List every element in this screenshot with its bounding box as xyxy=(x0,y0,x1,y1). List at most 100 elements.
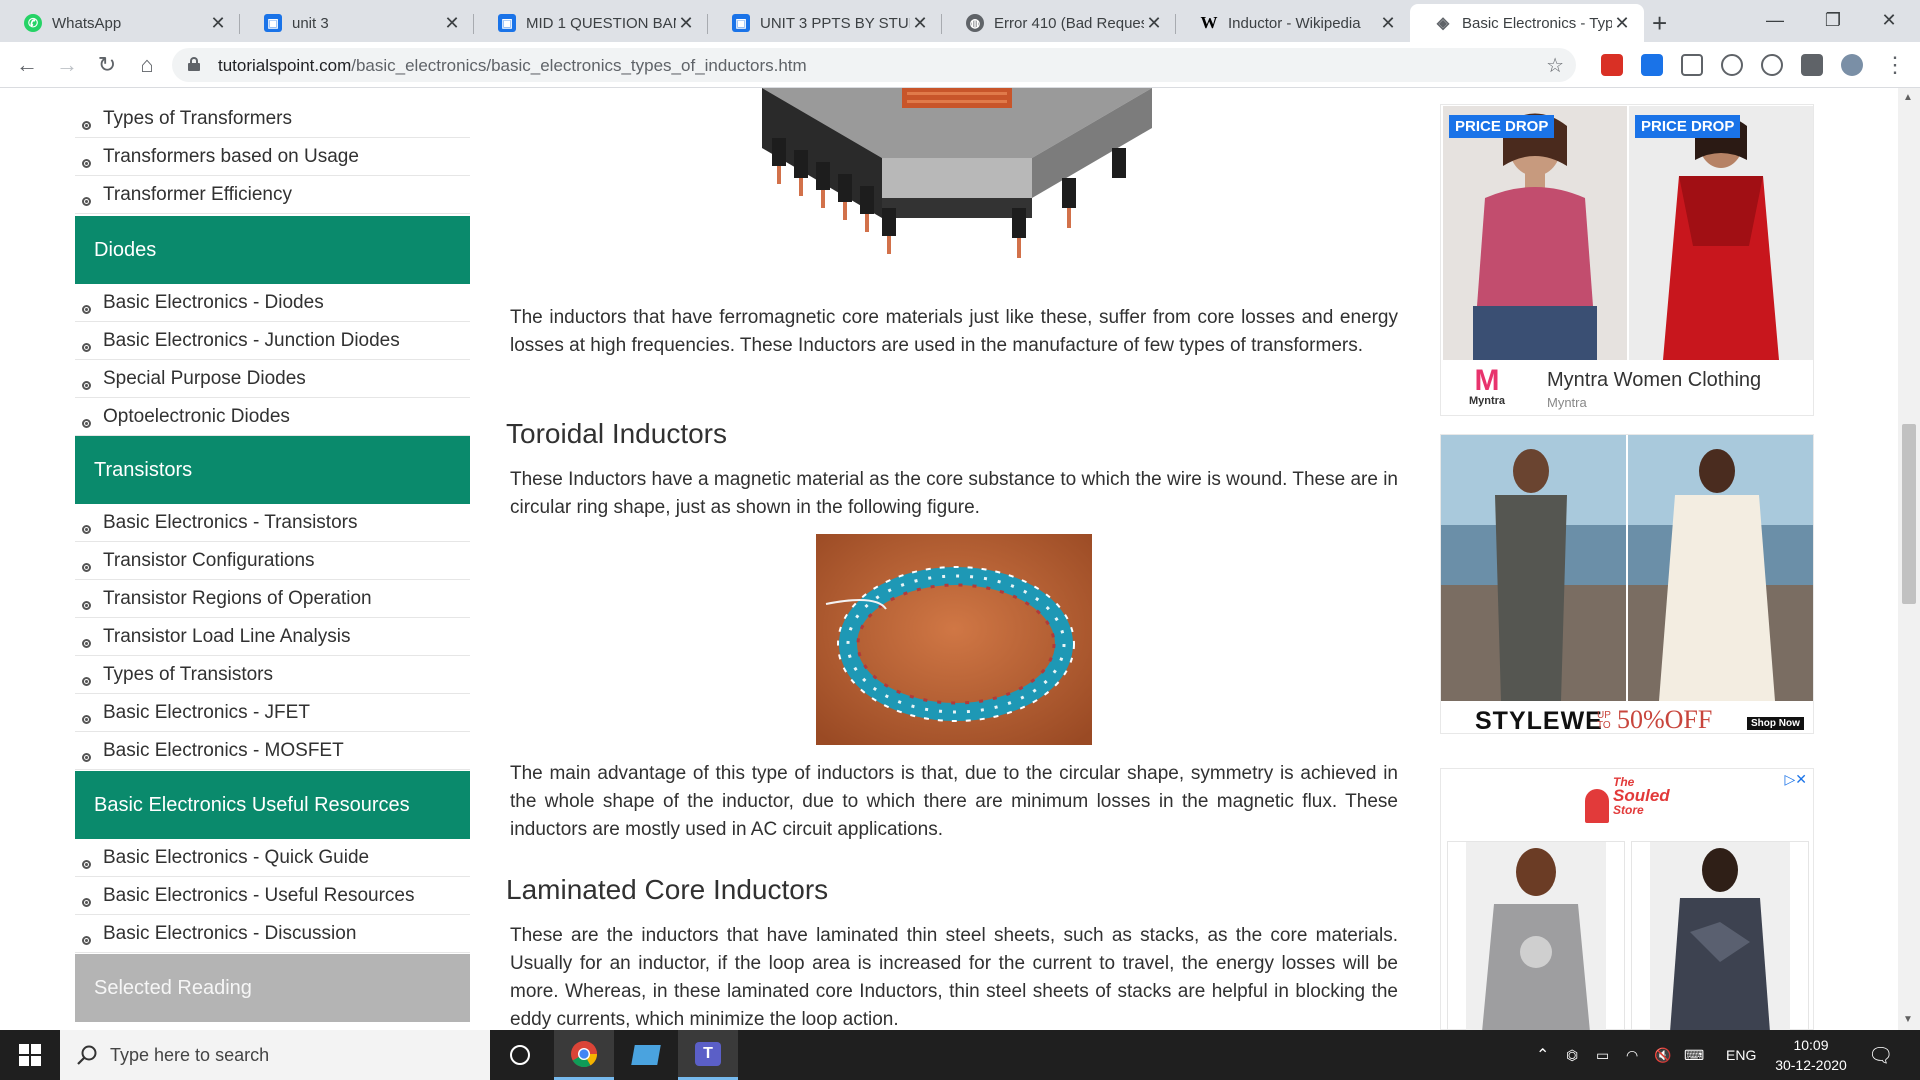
ad-stylewe[interactable]: ⓘ✕ STYLEWE UP TO 50%OFF Shop Now xyxy=(1440,434,1814,735)
sidebar-item-types-of-transistors[interactable]: Types of Transistors xyxy=(75,656,470,694)
sidebar-item-special-purpose-diodes[interactable]: Special Purpose Diodes xyxy=(75,360,470,398)
scroll-down-icon[interactable]: ▼ xyxy=(1903,1014,1913,1025)
close-tab-icon[interactable]: ✕ xyxy=(1612,13,1632,34)
task-view-icon[interactable] xyxy=(490,1030,550,1080)
browser-toolbar: ← → ↻ ⌂ tutorialspoint.com/basic_electro… xyxy=(0,42,1920,88)
tray-keyboard-icon[interactable]: ⌨ xyxy=(1684,1030,1704,1080)
tray-network-icon[interactable]: ◠ xyxy=(1626,1030,1638,1080)
windows-taskbar: Type here to search T ⌃ ⏣ ▭ ◠ 🔇 ⌨ ENG 10… xyxy=(0,1030,1920,1080)
lock-icon[interactable] xyxy=(188,57,200,71)
forward-icon[interactable]: → xyxy=(52,50,82,80)
sidebar-item-junction-diodes[interactable]: Basic Electronics - Junction Diodes xyxy=(75,322,470,360)
close-tab-icon[interactable]: ✕ xyxy=(910,13,930,34)
restore-icon[interactable]: ❐ xyxy=(1810,4,1856,36)
ad-myntra[interactable]: ⓘ✕ PRICE DROP PRICE DROP M Myntra Myntra… xyxy=(1440,104,1814,416)
bookmark-star-icon[interactable]: ☆ xyxy=(1546,53,1564,78)
tab-error-410[interactable]: ◍ Error 410 (Bad Request) ✕ xyxy=(942,4,1176,42)
address-bar[interactable]: tutorialspoint.com/basic_electronics/bas… xyxy=(172,48,1576,82)
bullet-icon xyxy=(82,639,91,648)
bullet-icon xyxy=(82,715,91,724)
paragraph-toroidal: These Inductors have a magnetic material… xyxy=(510,469,1398,518)
sidebar-item-transformer-efficiency[interactable]: Transformer Efficiency xyxy=(75,176,470,214)
page-scrollbar[interactable]: ▲ ▼ xyxy=(1898,88,1920,1030)
close-tab-icon[interactable]: ✕ xyxy=(442,13,462,34)
sidebar-item-discussion[interactable]: Basic Electronics - Discussion xyxy=(75,915,470,953)
eyedropper-extension-icon[interactable] xyxy=(1721,54,1743,76)
tab-strip: ✆ WhatsApp ✕ ▣ unit 3 ✕ ▣ MID 1 QUESTION… xyxy=(0,0,1920,42)
ad-image-beach-dresses xyxy=(1441,435,1813,701)
tray-clock[interactable]: 10:09 30-12-2020 xyxy=(1770,1030,1852,1080)
offer-text: 50%OFF xyxy=(1617,705,1713,734)
ad-title[interactable]: Myntra Women Clothing xyxy=(1547,369,1761,392)
screen-extension-icon[interactable] xyxy=(1641,54,1663,76)
minimize-icon[interactable]: — xyxy=(1752,4,1798,36)
tray-meet-icon[interactable]: ⏣ xyxy=(1566,1030,1578,1080)
sidebar-item-types-of-transformers[interactable]: Types of Transformers xyxy=(75,100,470,138)
taskbar-search-input[interactable]: Type here to search xyxy=(60,1030,490,1080)
back-icon[interactable]: ← xyxy=(12,50,42,80)
ad-image-pink-top xyxy=(1443,106,1627,360)
souled-store-logo: The Souled Store xyxy=(1585,775,1675,831)
scroll-up-icon[interactable]: ▲ xyxy=(1903,92,1913,103)
bullet-icon xyxy=(82,677,91,686)
new-tab-button[interactable]: + xyxy=(1652,8,1667,39)
tray-chevron-icon[interactable]: ⌃ xyxy=(1536,1030,1549,1080)
tab-basic-electronics[interactable]: ◈ Basic Electronics - Types ✕ xyxy=(1410,4,1644,42)
bullet-icon xyxy=(82,305,91,314)
bullet-icon xyxy=(82,898,91,907)
sidebar-item-optoelectronic-diodes[interactable]: Optoelectronic Diodes xyxy=(75,398,470,436)
reload-icon[interactable]: ↻ xyxy=(92,50,122,80)
sidebar-heading-selected-reading: Selected Reading xyxy=(75,954,470,1022)
tray-volume-icon[interactable]: 🔇 xyxy=(1654,1030,1671,1080)
home-icon[interactable]: ⌂ xyxy=(132,50,162,80)
bullet-icon xyxy=(82,563,91,572)
scrollbar-thumb[interactable] xyxy=(1902,424,1916,604)
sidebar-item-transistor-configurations[interactable]: Transistor Configurations xyxy=(75,542,470,580)
profile-avatar[interactable] xyxy=(1841,54,1863,76)
tab-inductor-wikipedia[interactable]: W Inductor - Wikipedia ✕ xyxy=(1176,4,1410,42)
tray-language[interactable]: ENG xyxy=(1726,1030,1756,1080)
sidebar-item-jfet[interactable]: Basic Electronics - JFET xyxy=(75,694,470,732)
paragraph-laminated: These are the inductors that have lamina… xyxy=(510,925,1398,1030)
app-taskbar-icon[interactable] xyxy=(616,1030,676,1080)
web-page: Types of Transformers Transformers based… xyxy=(0,88,1920,1030)
product-card[interactable] xyxy=(1447,841,1625,1030)
product-image-grey-dress xyxy=(1466,842,1606,1030)
tab-mid1-question-bank[interactable]: ▣ MID 1 QUESTION BANK ✕ xyxy=(474,4,708,42)
sidebar-item-diodes[interactable]: Basic Electronics - Diodes xyxy=(75,284,470,322)
camera-extension-icon[interactable] xyxy=(1681,54,1703,76)
close-window-icon[interactable]: ✕ xyxy=(1866,4,1912,36)
tab-unit-3[interactable]: ▣ unit 3 ✕ xyxy=(240,4,474,42)
bullet-icon xyxy=(82,159,91,168)
product-card[interactable] xyxy=(1631,841,1809,1030)
classroom-icon: ▣ xyxy=(264,14,282,32)
action-center-icon[interactable]: 🗨 xyxy=(1868,1030,1893,1080)
extensions-puzzle-icon[interactable] xyxy=(1801,54,1823,76)
tray-battery-icon[interactable]: ▭ xyxy=(1596,1030,1609,1080)
ad-subtitle: Myntra xyxy=(1547,395,1587,410)
close-tab-icon[interactable]: ✕ xyxy=(208,13,228,34)
sidebar-item-load-line-analysis[interactable]: Transistor Load Line Analysis xyxy=(75,618,470,656)
shop-now-button[interactable]: Shop Now xyxy=(1747,717,1804,730)
close-tab-icon[interactable]: ✕ xyxy=(676,13,696,34)
adchoices-icon[interactable]: ▷✕ xyxy=(1785,771,1808,788)
tab-whatsapp[interactable]: ✆ WhatsApp ✕ xyxy=(0,4,240,42)
sidebar-item-transformers-usage[interactable]: Transformers based on Usage xyxy=(75,138,470,176)
windows-start-icon[interactable] xyxy=(0,1030,60,1080)
bullet-icon xyxy=(82,753,91,762)
pdf-extension-icon[interactable] xyxy=(1601,54,1623,76)
close-tab-icon[interactable]: ✕ xyxy=(1144,13,1164,34)
heading-toroidal-inductors: Toroidal Inductors xyxy=(506,418,728,449)
sidebar-item-transistors[interactable]: Basic Electronics - Transistors xyxy=(75,504,470,542)
loop-extension-icon[interactable] xyxy=(1761,54,1783,76)
teams-taskbar-icon[interactable]: T xyxy=(678,1030,738,1080)
sidebar-item-transistor-regions[interactable]: Transistor Regions of Operation xyxy=(75,580,470,618)
close-tab-icon[interactable]: ✕ xyxy=(1378,13,1398,34)
sidebar-item-quick-guide[interactable]: Basic Electronics - Quick Guide xyxy=(75,839,470,877)
sidebar-item-useful-resources[interactable]: Basic Electronics - Useful Resources xyxy=(75,877,470,915)
sidebar-item-mosfet[interactable]: Basic Electronics - MOSFET xyxy=(75,732,470,770)
ad-souled-store[interactable]: ▷✕ The Souled Store xyxy=(1440,768,1814,1030)
tab-unit3-ppts[interactable]: ▣ UNIT 3 PPTS BY STUDENTS ✕ xyxy=(708,4,942,42)
chrome-taskbar-icon[interactable] xyxy=(554,1030,614,1080)
menu-kebab-icon[interactable]: ⋮ xyxy=(1880,50,1910,80)
